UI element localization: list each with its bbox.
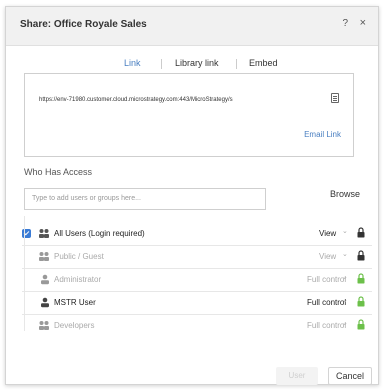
chevron-down-icon[interactable]: ⌄	[342, 273, 348, 281]
user-icon	[41, 274, 49, 285]
access-row-all-users[interactable]: All Users (Login required) View ⌄	[22, 226, 372, 244]
tab-library-link[interactable]: Library link	[175, 58, 219, 68]
permission-select[interactable]: Full control	[307, 275, 346, 284]
cancel-button[interactable]: Cancel	[328, 367, 372, 385]
access-row-name: Public / Guest	[54, 252, 104, 261]
lock-icon[interactable]	[357, 227, 365, 238]
unlock-icon[interactable]	[357, 296, 365, 307]
row-divider	[22, 291, 372, 292]
tab-divider	[236, 59, 237, 69]
group-icon	[39, 229, 49, 238]
row-divider	[22, 245, 372, 246]
permission-select[interactable]: Full control	[307, 298, 346, 307]
tab-embed[interactable]: Embed	[249, 58, 278, 68]
browse-button[interactable]: Browse	[322, 185, 372, 209]
email-link[interactable]: Email Link	[304, 130, 341, 139]
tab-link[interactable]: Link	[124, 58, 141, 68]
access-row-developers[interactable]: Developers Full control ⌄	[22, 318, 372, 336]
who-has-access-heading: Who Has Access	[24, 167, 93, 177]
list-left-border	[24, 216, 25, 331]
access-row-mstr-user[interactable]: MSTR User Full control ⌄	[22, 295, 372, 313]
apply-button[interactable]: User	[276, 367, 318, 385]
access-row-name: All Users (Login required)	[54, 229, 145, 238]
chevron-down-icon[interactable]: ⌄	[342, 296, 348, 304]
permission-select[interactable]: View	[319, 229, 336, 238]
access-row-name: MSTR User	[54, 298, 96, 307]
access-row-name: Administrator	[54, 275, 102, 284]
chevron-down-icon[interactable]: ⌄	[342, 250, 348, 258]
unlock-icon[interactable]	[357, 319, 365, 330]
row-divider	[22, 314, 372, 315]
dialog-title: Share: Office Royale Sales	[20, 19, 147, 30]
dialog-titlebar: Share: Office Royale Sales ? ×	[6, 7, 378, 46]
share-url-field[interactable]: https://env-71980.customer.cloud.microst…	[39, 92, 327, 108]
permission-select[interactable]: View	[319, 252, 336, 261]
copy-icon[interactable]	[331, 93, 339, 103]
row-divider	[22, 268, 372, 269]
add-users-input[interactable]: Type to add users or groups here...	[24, 188, 266, 210]
chevron-down-icon[interactable]: ⌄	[342, 319, 348, 327]
user-icon	[41, 297, 49, 308]
unlock-icon[interactable]	[357, 273, 365, 284]
chevron-down-icon[interactable]: ⌄	[342, 227, 348, 235]
help-icon[interactable]: ?	[342, 18, 348, 29]
lock-icon[interactable]	[357, 250, 365, 261]
access-row-administrator[interactable]: Administrator Full control ⌄	[22, 272, 372, 290]
access-row-public-guest[interactable]: Public / Guest View ⌄	[22, 249, 372, 267]
browse-label: Browse	[330, 189, 361, 199]
link-panel: https://env-71980.customer.cloud.microst…	[24, 73, 354, 157]
access-row-name: Developers	[54, 321, 95, 330]
tab-divider	[161, 59, 162, 69]
group-icon	[39, 252, 49, 261]
share-dialog: Share: Office Royale Sales ? × Link Libr…	[5, 6, 379, 385]
close-icon[interactable]: ×	[360, 17, 366, 29]
group-icon	[39, 321, 49, 330]
permission-select[interactable]: Full control	[307, 321, 346, 330]
